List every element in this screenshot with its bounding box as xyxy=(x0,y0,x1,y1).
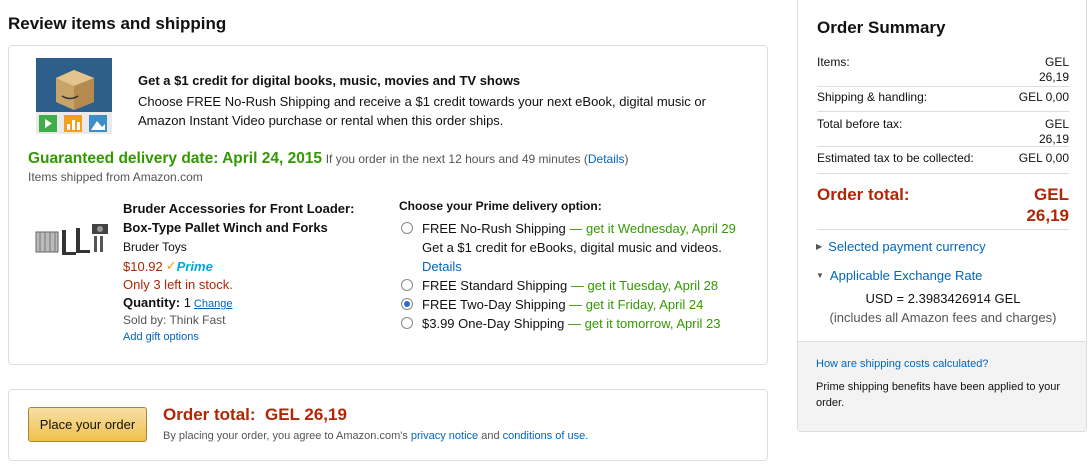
divider xyxy=(817,229,1069,230)
option-label: FREE No-Rush Shipping xyxy=(422,221,566,236)
summary-row-total-before-tax: Total before tax: GEL 26,19 xyxy=(817,117,1069,147)
agreement-prefix: By placing your order, you agree to Amaz… xyxy=(163,430,408,442)
summary-row-estimated-tax: Estimated tax to be collected: GEL 0,00 xyxy=(817,151,1069,166)
exchange-rate-toggle[interactable]: ▼ Applicable Exchange Rate xyxy=(816,268,982,283)
summary-row-shipping: Shipping & handling: GEL 0,00 xyxy=(817,90,1069,105)
order-window: If you order in the next 12 hours and 49… xyxy=(325,152,581,166)
prime-badge: ✓ Prime xyxy=(166,258,213,274)
option-label: $3.99 One-Day Shipping xyxy=(422,316,565,331)
summary-label: Items: xyxy=(817,55,850,69)
order-summary-title: Order Summary xyxy=(817,18,946,37)
prime-check-icon: ✓ xyxy=(165,258,177,273)
stock-status: Only 3 left in stock. xyxy=(123,277,233,292)
summary-amount-value: 26,19 xyxy=(1038,132,1069,146)
no-rush-details-link[interactable]: Details xyxy=(422,259,462,274)
radio-one-day[interactable] xyxy=(401,317,413,329)
shipping-option-two-day[interactable]: FREE Two-Day Shipping — get it Friday, A… xyxy=(399,295,759,314)
summary-label: Estimated tax to be collected: xyxy=(817,151,974,165)
prime-label: Prime xyxy=(176,258,213,274)
option-extra: Get a $1 credit for eBooks, digital musi… xyxy=(422,240,722,255)
summary-label: Total before tax: xyxy=(817,117,903,131)
privacy-notice-link[interactable]: privacy notice xyxy=(411,430,478,442)
exchange-rate-value: USD = 2.3983426914 GEL xyxy=(865,291,1021,306)
option-label: FREE Standard Shipping xyxy=(422,278,568,293)
option-date: — get it Tuesday, April 28 xyxy=(570,278,719,293)
product-price-row: $10.92 ✓ Prime xyxy=(123,258,383,274)
promo-body: Choose FREE No-Rush Shipping and receive… xyxy=(138,94,706,128)
agreement-and: and xyxy=(481,430,500,442)
delivery-guarantee: Guaranteed delivery date: April 24, 2015… xyxy=(28,150,629,167)
product-brand: Bruder Toys xyxy=(123,240,187,254)
option-date: — get it Friday, April 24 xyxy=(569,297,704,312)
summary-order-total: Order total: GEL 26,19 xyxy=(817,184,1069,226)
summary-label: Shipping & handling: xyxy=(817,90,928,104)
shipment-box: Get a $1 credit for digital books, music… xyxy=(8,45,768,365)
quantity-label: Quantity: xyxy=(123,295,181,310)
summary-amount: GEL xyxy=(1044,55,1069,69)
quantity-value: 1 xyxy=(183,295,191,310)
order-total: Order total: GEL 26,19 xyxy=(163,405,347,425)
selected-payment-currency-toggle[interactable]: ▶ Selected payment currency xyxy=(816,239,986,254)
exchange-rate-link[interactable]: Applicable Exchange Rate xyxy=(830,268,983,283)
divider xyxy=(817,173,1069,174)
place-order-button[interactable]: Place your order xyxy=(28,407,147,442)
summary-footer: How are shipping costs calculated? Prime… xyxy=(798,341,1086,431)
promo-headline: Get a $1 credit for digital books, music… xyxy=(138,73,521,88)
place-order-box: Place your order Order total: GEL 26,19 … xyxy=(8,389,768,461)
summary-total-value: 26,19 xyxy=(1026,206,1069,225)
summary-amount: GEL 0,00 xyxy=(1018,151,1069,165)
summary-row-items: Items: GEL 26,19 xyxy=(817,55,1069,85)
product-image[interactable] xyxy=(34,218,114,268)
change-quantity-link[interactable]: Change xyxy=(194,298,233,310)
radio-no-rush[interactable] xyxy=(401,222,413,234)
quantity-row: Quantity: 1 Change xyxy=(123,295,383,310)
summary-total-currency: GEL xyxy=(1034,185,1069,204)
option-date: — get it Wednesday, April 29 xyxy=(569,221,736,236)
caret-right-icon: ▶ xyxy=(816,242,823,251)
shipping-option-one-day[interactable]: $3.99 One-Day Shipping — get it tomorrow… xyxy=(399,314,759,333)
agreement-text: By placing your order, you agree to Amaz… xyxy=(163,430,588,442)
caret-down-icon: ▼ xyxy=(816,271,824,280)
radio-two-day[interactable] xyxy=(401,298,413,310)
divider xyxy=(817,111,1069,112)
sold-by: Sold by: Think Fast xyxy=(123,313,226,327)
shipping-options-heading: Choose your Prime delivery option: xyxy=(399,199,602,213)
product-info: Bruder Accessories for Front Loader: Box… xyxy=(123,199,383,343)
conditions-of-use-link[interactable]: conditions of use. xyxy=(503,430,589,442)
order-total-value: GEL 26,19 xyxy=(265,405,347,424)
shipping-option-no-rush[interactable]: FREE No-Rush Shipping — get it Wednesday… xyxy=(399,219,759,276)
summary-amount: GEL xyxy=(1044,117,1069,131)
order-summary: Order Summary Items: GEL 26,19 Shipping &… xyxy=(797,0,1087,432)
product-title[interactable]: Bruder Accessories for Front Loader: Box… xyxy=(123,199,383,237)
divider xyxy=(817,86,1069,87)
section-title: Review items and shipping xyxy=(8,14,227,33)
radio-standard[interactable] xyxy=(401,279,413,291)
product-price: $10.92 xyxy=(123,258,163,274)
summary-total-label: Order total: xyxy=(817,185,910,204)
exchange-rate-note: (includes all Amazon fees and charges) xyxy=(829,310,1057,325)
prime-benefits-note: Prime shipping benefits have been applie… xyxy=(816,381,1060,409)
shipping-costs-link[interactable]: How are shipping costs calculated? xyxy=(816,358,988,370)
guaranteed-date: Guaranteed delivery date: April 24, 2015 xyxy=(28,150,323,167)
selected-payment-currency-link[interactable]: Selected payment currency xyxy=(828,239,986,254)
option-label: FREE Two-Day Shipping xyxy=(422,297,566,312)
shipped-from: Items shipped from Amazon.com xyxy=(28,170,203,184)
add-gift-options-link[interactable]: Add gift options xyxy=(123,331,383,343)
order-total-label: Order total: xyxy=(163,405,256,424)
shipping-option-standard[interactable]: FREE Standard Shipping — get it Tuesday,… xyxy=(399,276,759,295)
summary-amount: GEL 0,00 xyxy=(1018,90,1069,104)
option-date: — get it tomorrow, April 23 xyxy=(568,316,721,331)
summary-amount-value: 26,19 xyxy=(1038,70,1069,84)
divider xyxy=(817,146,1069,147)
shipping-options: Choose your Prime delivery option: FREE … xyxy=(399,199,759,333)
delivery-details-link[interactable]: Details xyxy=(588,152,625,166)
digital-credit-promo-icon xyxy=(36,58,112,134)
